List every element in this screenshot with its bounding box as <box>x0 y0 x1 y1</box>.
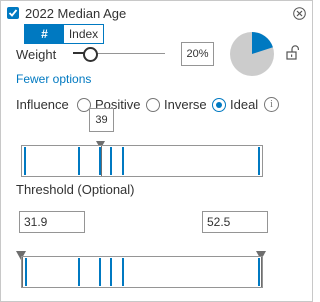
check-icon <box>8 9 18 17</box>
fewer-options-link[interactable]: Fewer options <box>16 72 91 86</box>
info-icon[interactable]: i <box>264 97 279 112</box>
influence-inverse-radio[interactable] <box>146 98 160 112</box>
threshold-label: Threshold (Optional) <box>16 182 135 197</box>
mode-index-button[interactable]: Index <box>64 25 103 43</box>
ideal-value-tooltip: 39 <box>89 108 114 132</box>
histogram-bar <box>110 258 112 286</box>
weight-percent-input[interactable]: 20% <box>181 42 214 66</box>
threshold-histogram <box>21 256 263 288</box>
ideal-marker-line <box>101 146 102 176</box>
threshold-min-input[interactable]: 31.9 <box>19 211 85 233</box>
influence-ideal-radio[interactable] <box>212 98 226 112</box>
threshold-max-input[interactable]: 52.5 <box>202 211 268 233</box>
histogram-bar <box>99 258 101 286</box>
weight-slider-thumb[interactable] <box>83 47 98 62</box>
histogram-bar <box>122 258 124 286</box>
close-icon[interactable] <box>293 7 306 20</box>
layer-title: 2022 Median Age <box>25 6 127 21</box>
mode-toggle: # Index <box>24 24 104 44</box>
weight-label: Weight <box>16 47 57 62</box>
threshold-max-line <box>261 257 262 287</box>
influence-ideal-label[interactable]: Ideal <box>230 97 258 112</box>
ideal-histogram <box>21 145 263 177</box>
histogram-bar <box>24 147 26 175</box>
mode-count-button[interactable]: # <box>25 25 64 43</box>
histogram-bar <box>122 147 124 175</box>
histogram-bar <box>258 258 260 286</box>
weight-pie-chart <box>229 31 275 82</box>
enable-checkbox[interactable] <box>7 7 19 19</box>
histogram-bar <box>110 147 112 175</box>
histogram-bar <box>25 258 27 286</box>
histogram-bar <box>78 147 80 175</box>
unlock-icon[interactable] <box>286 45 300 66</box>
influence-inverse-label[interactable]: Inverse <box>164 97 207 112</box>
influence-label: Influence <box>16 97 69 112</box>
criteria-panel: 2022 Median Age # Index Weight 20% Fewer… <box>0 0 313 302</box>
histogram-bar <box>78 258 80 286</box>
threshold-min-line <box>22 257 23 287</box>
histogram-bar <box>258 147 260 175</box>
